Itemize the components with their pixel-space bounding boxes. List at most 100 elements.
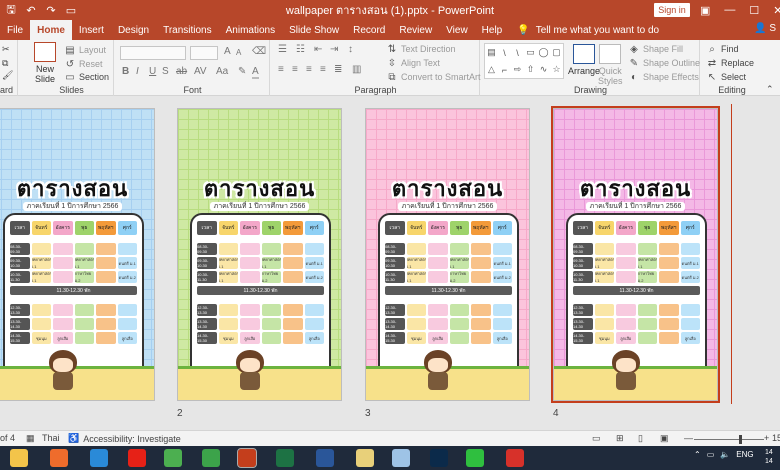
copy-icon[interactable]: ⧉: [2, 58, 8, 69]
input-language[interactable]: ENG: [736, 450, 753, 459]
columns-icon[interactable]: ▥: [352, 64, 361, 75]
reading-view-icon[interactable]: ▯: [638, 433, 643, 444]
shape-elbow-icon[interactable]: ⌐: [502, 65, 507, 75]
shape-rounded-icon[interactable]: ▢: [552, 47, 561, 58]
tab-record[interactable]: Record: [346, 20, 392, 40]
shadow-button[interactable]: S: [162, 66, 169, 77]
shapes-gallery[interactable]: ▤ \ \ ▭ ◯ ▢ △ ⌐ ⇨ ⇧ ∿ ☆: [484, 43, 564, 79]
accessibility-button[interactable]: ♿ Accessibility: Investigate: [68, 433, 181, 444]
redo-icon[interactable]: ↷: [42, 2, 60, 18]
tab-design[interactable]: Design: [111, 20, 156, 40]
shape-star-icon[interactable]: ☆: [552, 64, 560, 75]
line-spacing-icon[interactable]: ↕: [348, 44, 353, 55]
change-case-button[interactable]: Aa: [216, 66, 228, 77]
tab-review[interactable]: Review: [392, 20, 439, 40]
cut-icon[interactable]: ✂: [2, 44, 10, 55]
align-center-icon[interactable]: ≡: [292, 64, 298, 75]
strikethrough-button[interactable]: ab: [176, 66, 187, 77]
smartart-button[interactable]: ⧉ Convert to SmartArt: [386, 71, 480, 83]
undo-icon[interactable]: ↶: [22, 2, 40, 18]
collapse-ribbon-icon[interactable]: ⌃: [766, 84, 774, 95]
align-left-icon[interactable]: ≡: [278, 64, 284, 75]
line-icon[interactable]: [466, 449, 484, 467]
clock[interactable]: 14 14: [765, 448, 773, 466]
tab-home[interactable]: Home: [30, 20, 72, 40]
tab-file[interactable]: File: [0, 20, 30, 40]
shape-effects-button[interactable]: ◐ Shape Effects: [628, 71, 699, 83]
zoom-in-button[interactable]: +: [764, 433, 769, 443]
excel-icon[interactable]: [276, 449, 294, 467]
tab-animations[interactable]: Animations: [219, 20, 282, 40]
pdf-icon[interactable]: [506, 449, 524, 467]
tab-transitions[interactable]: Transitions: [156, 20, 219, 40]
char-spacing-button[interactable]: AV: [194, 66, 207, 77]
increase-indent-icon[interactable]: ⇥: [330, 44, 338, 55]
shape-outline-button[interactable]: ✎ Shape Outline: [628, 57, 700, 69]
quick-styles-button[interactable]: Quick Styles: [598, 44, 623, 86]
section-button[interactable]: ▭ Section: [64, 71, 109, 83]
text-direction-button[interactable]: ⇅ Text Direction: [386, 43, 456, 55]
select-button[interactable]: ↖ Select: [706, 71, 746, 83]
tab-help[interactable]: Help: [475, 20, 510, 40]
file-explorer-icon[interactable]: [10, 449, 28, 467]
arrange-button[interactable]: Arrange: [568, 44, 600, 76]
highlight-icon[interactable]: ✎: [238, 66, 246, 77]
close-icon[interactable]: ✕: [773, 4, 780, 17]
zoom-slider-thumb[interactable]: [739, 435, 742, 444]
slideshow-view-icon[interactable]: ▣: [660, 433, 669, 444]
language-label[interactable]: Thai: [42, 433, 60, 443]
zoom-slider-track[interactable]: [694, 439, 764, 440]
edge-icon[interactable]: [90, 449, 108, 467]
shape-fill-button[interactable]: ◈ Shape Fill: [628, 43, 683, 55]
font-size-combo[interactable]: [190, 46, 218, 60]
shape-line2-icon[interactable]: \: [516, 48, 519, 58]
shape-arrow2-icon[interactable]: ⇧: [527, 64, 535, 75]
minimize-icon[interactable]: —: [724, 4, 735, 16]
slide-thumbnail[interactable]: ตารางสอน ภาคเรียนที่ 1 ปีการศึกษา 2566 เวล…: [551, 106, 720, 403]
italic-button[interactable]: I: [136, 66, 139, 77]
normal-view-icon[interactable]: ▭: [592, 433, 601, 444]
font-name-combo[interactable]: [120, 46, 186, 60]
shape-rect-icon[interactable]: ▭: [526, 47, 535, 58]
spellcheck-icon[interactable]: ▦: [26, 433, 35, 444]
photoshop-icon[interactable]: [430, 449, 448, 467]
justify-icon[interactable]: ≡: [320, 64, 326, 75]
shape-line-icon[interactable]: \: [503, 48, 506, 58]
presenter-icon[interactable]: ▭: [62, 2, 80, 18]
tell-me-search[interactable]: 💡 Tell me what you want to do: [517, 20, 659, 40]
zoom-level[interactable]: 15: [772, 433, 780, 443]
align-text-button[interactable]: ⇳ Align Text: [386, 57, 440, 69]
media-player-icon[interactable]: [50, 449, 68, 467]
maximize-icon[interactable]: ☐: [749, 4, 759, 17]
word-icon[interactable]: [316, 449, 334, 467]
chrome-icon[interactable]: [164, 449, 182, 467]
network-icon[interactable]: ▭: [707, 450, 715, 459]
font-color-button[interactable]: A: [252, 66, 259, 79]
bold-button[interactable]: B: [122, 66, 129, 77]
powerpoint-icon[interactable]: [237, 448, 257, 468]
decrease-indent-icon[interactable]: ⇤: [314, 44, 322, 55]
find-button[interactable]: ⌕ Find: [706, 43, 738, 55]
align-right-icon[interactable]: ≡: [306, 64, 312, 75]
shape-textbox-icon[interactable]: ▤: [487, 47, 496, 58]
youtube-icon[interactable]: [128, 449, 146, 467]
tab-view[interactable]: View: [439, 20, 475, 40]
slide-thumbnail[interactable]: ตารางสอน ภาคเรียนที่ 1 ปีการศึกษา 2566 เวล…: [0, 108, 155, 401]
share-button[interactable]: 👤 S: [754, 23, 776, 34]
grow-font-button[interactable]: A: [224, 46, 231, 57]
numbering-icon[interactable]: ☷: [296, 44, 305, 55]
shape-oval-icon[interactable]: ◯: [538, 47, 548, 58]
upload-icon[interactable]: [202, 449, 220, 467]
underline-button[interactable]: U: [149, 66, 156, 77]
shape-curve-icon[interactable]: ∿: [540, 64, 548, 75]
sign-in-button[interactable]: Sign in: [654, 3, 690, 17]
shrink-font-button[interactable]: A: [236, 48, 241, 57]
notes-icon[interactable]: [392, 449, 410, 467]
distributed-icon[interactable]: ≣: [334, 64, 342, 75]
bullets-icon[interactable]: ☰: [278, 44, 287, 55]
save-icon[interactable]: 🖫: [2, 2, 20, 18]
format-painter-icon[interactable]: 🖌: [2, 70, 13, 81]
folder-icon[interactable]: [356, 449, 374, 467]
ribbon-display-icon[interactable]: ▣: [700, 4, 710, 17]
shape-triangle-icon[interactable]: △: [488, 64, 495, 75]
